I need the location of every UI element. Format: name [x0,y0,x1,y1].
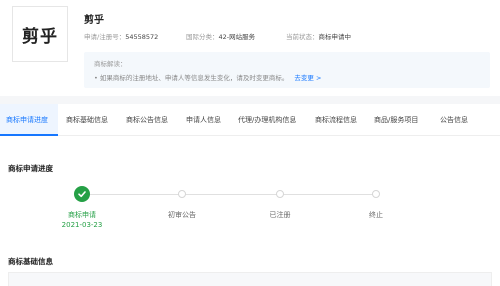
basic-info-section-title: 商标基础信息 [8,257,53,266]
tab-goods-services[interactable]: 商品/服务项目 [374,104,418,136]
notice-title: 商标解读： [94,60,127,68]
step-label-applied: 商标申请 [68,211,96,219]
tab-applicant-info[interactable]: 申请人信息 [186,104,221,136]
logo-text: 剪乎 [22,26,58,47]
reg-no-value: 54558572 [125,33,159,41]
tab-announcements[interactable]: 公告信息 [440,104,468,136]
intl-class-value: 42-网站服务 [218,33,256,41]
reg-no: 申请/注册号：54558572 [84,31,158,41]
step-node-preliminary [178,190,186,198]
current-status: 当前状态：商标申请中 [286,31,351,41]
reg-no-label: 申请/注册号： [84,33,126,41]
check-icon [78,191,86,198]
status-label: 当前状态： [286,33,319,41]
step-node-applied [74,186,90,202]
trademark-name: 剪乎 [84,15,104,26]
step-node-terminated [372,190,380,198]
status-value: 商标申请中 [318,33,352,41]
intl-class-label: 国际分类： [186,33,219,41]
tab-announcement-info[interactable]: 商标公告信息 [126,104,168,136]
basic-info-table [8,272,492,286]
step-node-registered [276,190,284,198]
tab-process-info[interactable]: 商标流程信息 [315,104,357,136]
step-label-preliminary: 初审公告 [168,211,196,219]
tab-agent-info[interactable]: 代理/办理机构信息 [238,104,296,136]
tab-application-progress[interactable]: 商标申请进度 [0,104,58,136]
change-link[interactable]: 去变更 > [294,74,321,82]
tab-bar: 商标申请进度 商标基础信息 商标公告信息 申请人信息 代理/办理机构信息 商标流… [0,104,500,136]
step-label-terminated: 终止 [369,211,383,219]
trademark-logo: 剪乎 [12,6,68,62]
notice-text: • 如果商标的注册地址、申请人等信息发生变化，请及时变更商标。 [94,74,289,82]
notice-box: 商标解读： • 如果商标的注册地址、申请人等信息发生变化，请及时变更商标。 去变更… [84,52,490,88]
section-divider [0,96,500,104]
intl-class: 国际分类：42-网站服务 [186,31,255,41]
tab-basic-info[interactable]: 商标基础信息 [66,104,108,136]
step-date-applied: 2021-03-23 [61,221,103,229]
progress-section-title: 商标申请进度 [8,164,53,173]
progress-track [82,194,376,195]
step-label-registered: 已注册 [269,211,291,219]
notice-line: • 如果商标的注册地址、申请人等信息发生变化，请及时变更商标。 去变更 > [94,72,321,82]
